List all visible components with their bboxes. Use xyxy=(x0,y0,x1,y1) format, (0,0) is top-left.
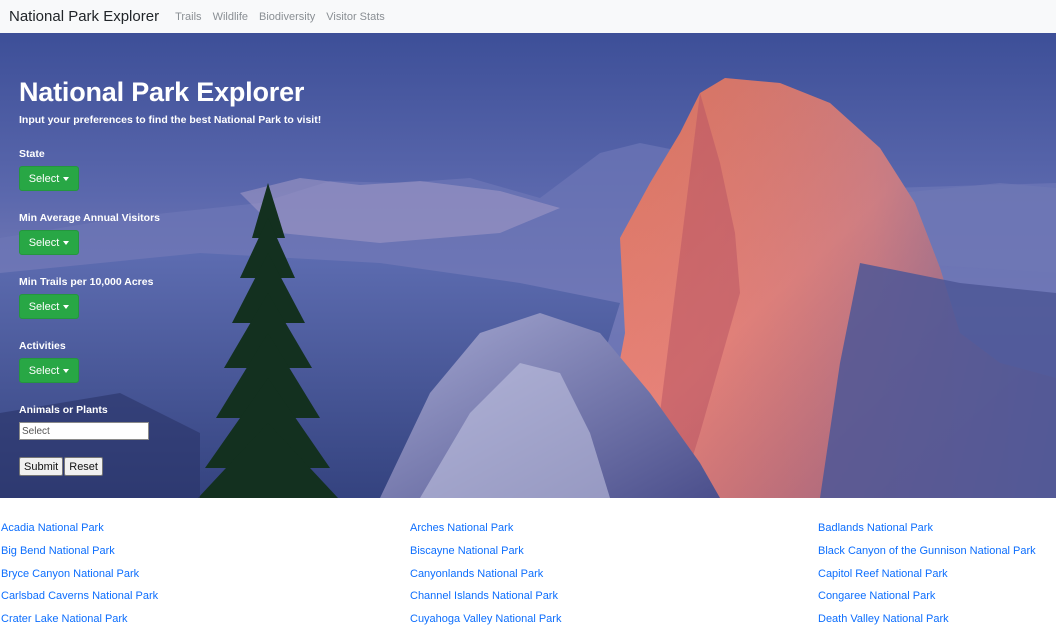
state-label: State xyxy=(19,148,45,160)
park-column-3: Badlands National Park Black Canyon of t… xyxy=(818,517,1036,631)
park-link[interactable]: Arches National Park xyxy=(410,517,561,540)
reset-button[interactable]: Reset xyxy=(64,457,103,476)
activities-dropdown-label: Select xyxy=(28,364,60,377)
park-link[interactable]: Carlsbad Caverns National Park xyxy=(1,585,158,608)
park-link[interactable]: Big Bend National Park xyxy=(1,540,158,563)
caret-down-icon xyxy=(63,304,70,309)
min-trails-label: Min Trails per 10,000 Acres xyxy=(19,276,154,288)
species-label: Animals or Plants xyxy=(19,404,108,416)
caret-down-icon xyxy=(63,240,70,245)
park-column-1: Acadia National Park Big Bend National P… xyxy=(1,517,158,631)
preferences-form: National Park Explorer Input your prefer… xyxy=(19,77,321,476)
min-visitors-dropdown-button[interactable]: Select xyxy=(19,230,79,255)
min-trails-dropdown-label: Select xyxy=(28,300,60,313)
min-visitors-dropdown-label: Select xyxy=(28,236,60,249)
park-link[interactable]: Death Valley National Park xyxy=(818,608,1036,631)
hero-section: National Park Explorer Input your prefer… xyxy=(0,33,1056,498)
hero-subtitle: Input your preferences to find the best … xyxy=(19,114,322,126)
caret-down-icon xyxy=(63,176,70,181)
park-link[interactable]: Cuyahoga Valley National Park xyxy=(410,608,561,631)
min-visitors-label: Min Average Annual Visitors xyxy=(19,212,161,224)
park-column-2: Arches National Park Biscayne National P… xyxy=(410,517,561,631)
form-actions: Submit Reset xyxy=(19,457,321,476)
hero-title: National Park Explorer xyxy=(19,77,305,107)
caret-down-icon xyxy=(63,368,70,373)
park-link[interactable]: Bryce Canyon National Park xyxy=(1,563,158,586)
navbar: National Park Explorer Trails Wildlife B… xyxy=(0,0,1056,33)
park-link[interactable]: Acadia National Park xyxy=(1,517,158,540)
park-link[interactable]: Black Canyon of the Gunnison National Pa… xyxy=(818,540,1036,563)
park-link[interactable]: Biscayne National Park xyxy=(410,540,561,563)
nav-link-visitor-stats[interactable]: Visitor Stats xyxy=(326,11,385,23)
state-dropdown-label: Select xyxy=(28,172,60,185)
min-trails-dropdown-button[interactable]: Select xyxy=(19,294,79,319)
park-link[interactable]: Crater Lake National Park xyxy=(1,608,158,631)
park-link[interactable]: Canyonlands National Park xyxy=(410,563,561,586)
nav-link-biodiversity[interactable]: Biodiversity xyxy=(259,11,315,23)
park-link[interactable]: Channel Islands National Park xyxy=(410,585,561,608)
navbar-brand[interactable]: National Park Explorer xyxy=(9,8,159,25)
park-link[interactable]: Badlands National Park xyxy=(818,517,1036,540)
activities-dropdown-button[interactable]: Select xyxy=(19,358,79,383)
nav-link-trails[interactable]: Trails xyxy=(175,11,201,23)
park-link[interactable]: Congaree National Park xyxy=(818,585,1036,608)
state-dropdown-button[interactable]: Select xyxy=(19,166,79,191)
species-input[interactable] xyxy=(19,422,149,440)
submit-button[interactable]: Submit xyxy=(19,457,64,476)
nav-link-wildlife[interactable]: Wildlife xyxy=(213,11,248,23)
park-link[interactable]: Capitol Reef National Park xyxy=(818,563,1036,586)
activities-label: Activities xyxy=(19,340,66,352)
